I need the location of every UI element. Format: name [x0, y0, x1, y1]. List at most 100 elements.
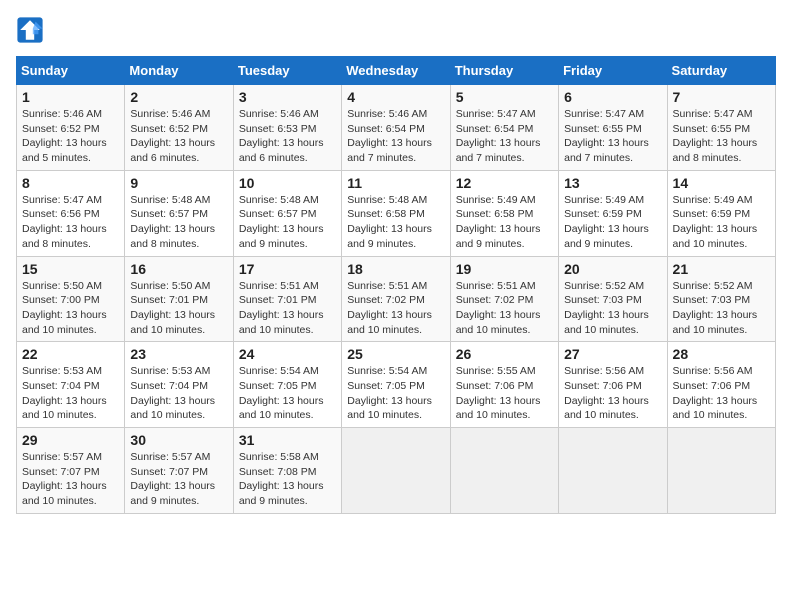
logo — [16, 16, 48, 44]
calendar-day-cell — [450, 428, 558, 514]
day-number: 29 — [22, 432, 119, 448]
calendar-day-cell: 9 Sunrise: 5:48 AM Sunset: 6:57 PM Dayli… — [125, 170, 233, 256]
day-info: Sunrise: 5:55 AM Sunset: 7:06 PM Dayligh… — [456, 364, 553, 423]
day-number: 12 — [456, 175, 553, 191]
calendar-day-cell: 29 Sunrise: 5:57 AM Sunset: 7:07 PM Dayl… — [17, 428, 125, 514]
day-number: 6 — [564, 89, 661, 105]
day-info: Sunrise: 5:49 AM Sunset: 6:59 PM Dayligh… — [673, 193, 770, 252]
day-info: Sunrise: 5:56 AM Sunset: 7:06 PM Dayligh… — [673, 364, 770, 423]
day-info: Sunrise: 5:51 AM Sunset: 7:02 PM Dayligh… — [456, 279, 553, 338]
header-cell: Friday — [559, 57, 667, 85]
day-info: Sunrise: 5:47 AM Sunset: 6:54 PM Dayligh… — [456, 107, 553, 166]
day-info: Sunrise: 5:46 AM Sunset: 6:53 PM Dayligh… — [239, 107, 336, 166]
day-info: Sunrise: 5:51 AM Sunset: 7:01 PM Dayligh… — [239, 279, 336, 338]
calendar-day-cell: 14 Sunrise: 5:49 AM Sunset: 6:59 PM Dayl… — [667, 170, 775, 256]
day-number: 2 — [130, 89, 227, 105]
day-number: 22 — [22, 346, 119, 362]
day-number: 3 — [239, 89, 336, 105]
day-number: 30 — [130, 432, 227, 448]
calendar-day-cell: 8 Sunrise: 5:47 AM Sunset: 6:56 PM Dayli… — [17, 170, 125, 256]
header-cell: Wednesday — [342, 57, 450, 85]
calendar-day-cell: 28 Sunrise: 5:56 AM Sunset: 7:06 PM Dayl… — [667, 342, 775, 428]
calendar-day-cell — [667, 428, 775, 514]
calendar-day-cell: 3 Sunrise: 5:46 AM Sunset: 6:53 PM Dayli… — [233, 85, 341, 171]
day-number: 8 — [22, 175, 119, 191]
calendar-day-cell: 1 Sunrise: 5:46 AM Sunset: 6:52 PM Dayli… — [17, 85, 125, 171]
day-info: Sunrise: 5:58 AM Sunset: 7:08 PM Dayligh… — [239, 450, 336, 509]
day-info: Sunrise: 5:50 AM Sunset: 7:01 PM Dayligh… — [130, 279, 227, 338]
day-number: 24 — [239, 346, 336, 362]
day-info: Sunrise: 5:52 AM Sunset: 7:03 PM Dayligh… — [564, 279, 661, 338]
day-number: 19 — [456, 261, 553, 277]
day-info: Sunrise: 5:46 AM Sunset: 6:52 PM Dayligh… — [22, 107, 119, 166]
day-info: Sunrise: 5:46 AM Sunset: 6:54 PM Dayligh… — [347, 107, 444, 166]
day-number: 21 — [673, 261, 770, 277]
header-cell: Tuesday — [233, 57, 341, 85]
day-info: Sunrise: 5:54 AM Sunset: 7:05 PM Dayligh… — [347, 364, 444, 423]
day-number: 17 — [239, 261, 336, 277]
day-number: 26 — [456, 346, 553, 362]
calendar-day-cell: 2 Sunrise: 5:46 AM Sunset: 6:52 PM Dayli… — [125, 85, 233, 171]
calendar-day-cell: 12 Sunrise: 5:49 AM Sunset: 6:58 PM Dayl… — [450, 170, 558, 256]
day-info: Sunrise: 5:49 AM Sunset: 6:58 PM Dayligh… — [456, 193, 553, 252]
header-cell: Thursday — [450, 57, 558, 85]
calendar-day-cell: 15 Sunrise: 5:50 AM Sunset: 7:00 PM Dayl… — [17, 256, 125, 342]
calendar-week-row: 22 Sunrise: 5:53 AM Sunset: 7:04 PM Dayl… — [17, 342, 776, 428]
day-number: 16 — [130, 261, 227, 277]
calendar-day-cell: 31 Sunrise: 5:58 AM Sunset: 7:08 PM Dayl… — [233, 428, 341, 514]
day-number: 18 — [347, 261, 444, 277]
calendar-table: SundayMondayTuesdayWednesdayThursdayFrid… — [16, 56, 776, 514]
calendar-day-cell — [559, 428, 667, 514]
day-info: Sunrise: 5:51 AM Sunset: 7:02 PM Dayligh… — [347, 279, 444, 338]
logo-icon — [16, 16, 44, 44]
calendar-week-row: 1 Sunrise: 5:46 AM Sunset: 6:52 PM Dayli… — [17, 85, 776, 171]
day-info: Sunrise: 5:48 AM Sunset: 6:57 PM Dayligh… — [130, 193, 227, 252]
day-info: Sunrise: 5:53 AM Sunset: 7:04 PM Dayligh… — [130, 364, 227, 423]
day-number: 10 — [239, 175, 336, 191]
day-number: 31 — [239, 432, 336, 448]
header-cell: Monday — [125, 57, 233, 85]
calendar-day-cell: 20 Sunrise: 5:52 AM Sunset: 7:03 PM Dayl… — [559, 256, 667, 342]
calendar-day-cell: 5 Sunrise: 5:47 AM Sunset: 6:54 PM Dayli… — [450, 85, 558, 171]
calendar-week-row: 15 Sunrise: 5:50 AM Sunset: 7:00 PM Dayl… — [17, 256, 776, 342]
day-number: 14 — [673, 175, 770, 191]
day-info: Sunrise: 5:46 AM Sunset: 6:52 PM Dayligh… — [130, 107, 227, 166]
day-number: 5 — [456, 89, 553, 105]
header-cell: Sunday — [17, 57, 125, 85]
calendar-day-cell: 18 Sunrise: 5:51 AM Sunset: 7:02 PM Dayl… — [342, 256, 450, 342]
calendar-day-cell: 19 Sunrise: 5:51 AM Sunset: 7:02 PM Dayl… — [450, 256, 558, 342]
day-number: 25 — [347, 346, 444, 362]
calendar-day-cell: 30 Sunrise: 5:57 AM Sunset: 7:07 PM Dayl… — [125, 428, 233, 514]
day-number: 20 — [564, 261, 661, 277]
day-number: 9 — [130, 175, 227, 191]
day-info: Sunrise: 5:47 AM Sunset: 6:56 PM Dayligh… — [22, 193, 119, 252]
day-info: Sunrise: 5:48 AM Sunset: 6:57 PM Dayligh… — [239, 193, 336, 252]
day-info: Sunrise: 5:52 AM Sunset: 7:03 PM Dayligh… — [673, 279, 770, 338]
calendar-day-cell: 25 Sunrise: 5:54 AM Sunset: 7:05 PM Dayl… — [342, 342, 450, 428]
calendar-week-row: 8 Sunrise: 5:47 AM Sunset: 6:56 PM Dayli… — [17, 170, 776, 256]
calendar-day-cell: 4 Sunrise: 5:46 AM Sunset: 6:54 PM Dayli… — [342, 85, 450, 171]
calendar-day-cell: 7 Sunrise: 5:47 AM Sunset: 6:55 PM Dayli… — [667, 85, 775, 171]
header-row: SundayMondayTuesdayWednesdayThursdayFrid… — [17, 57, 776, 85]
day-number: 15 — [22, 261, 119, 277]
page-header — [16, 16, 776, 44]
calendar-day-cell: 6 Sunrise: 5:47 AM Sunset: 6:55 PM Dayli… — [559, 85, 667, 171]
day-info: Sunrise: 5:47 AM Sunset: 6:55 PM Dayligh… — [564, 107, 661, 166]
day-number: 1 — [22, 89, 119, 105]
calendar-day-cell: 17 Sunrise: 5:51 AM Sunset: 7:01 PM Dayl… — [233, 256, 341, 342]
calendar-day-cell: 16 Sunrise: 5:50 AM Sunset: 7:01 PM Dayl… — [125, 256, 233, 342]
calendar-day-cell: 13 Sunrise: 5:49 AM Sunset: 6:59 PM Dayl… — [559, 170, 667, 256]
calendar-day-cell: 26 Sunrise: 5:55 AM Sunset: 7:06 PM Dayl… — [450, 342, 558, 428]
day-info: Sunrise: 5:54 AM Sunset: 7:05 PM Dayligh… — [239, 364, 336, 423]
calendar-day-cell: 22 Sunrise: 5:53 AM Sunset: 7:04 PM Dayl… — [17, 342, 125, 428]
day-info: Sunrise: 5:56 AM Sunset: 7:06 PM Dayligh… — [564, 364, 661, 423]
day-number: 7 — [673, 89, 770, 105]
calendar-day-cell — [342, 428, 450, 514]
calendar-header: SundayMondayTuesdayWednesdayThursdayFrid… — [17, 57, 776, 85]
calendar-day-cell: 21 Sunrise: 5:52 AM Sunset: 7:03 PM Dayl… — [667, 256, 775, 342]
day-number: 27 — [564, 346, 661, 362]
calendar-week-row: 29 Sunrise: 5:57 AM Sunset: 7:07 PM Dayl… — [17, 428, 776, 514]
calendar-body: 1 Sunrise: 5:46 AM Sunset: 6:52 PM Dayli… — [17, 85, 776, 514]
day-info: Sunrise: 5:57 AM Sunset: 7:07 PM Dayligh… — [130, 450, 227, 509]
day-number: 11 — [347, 175, 444, 191]
